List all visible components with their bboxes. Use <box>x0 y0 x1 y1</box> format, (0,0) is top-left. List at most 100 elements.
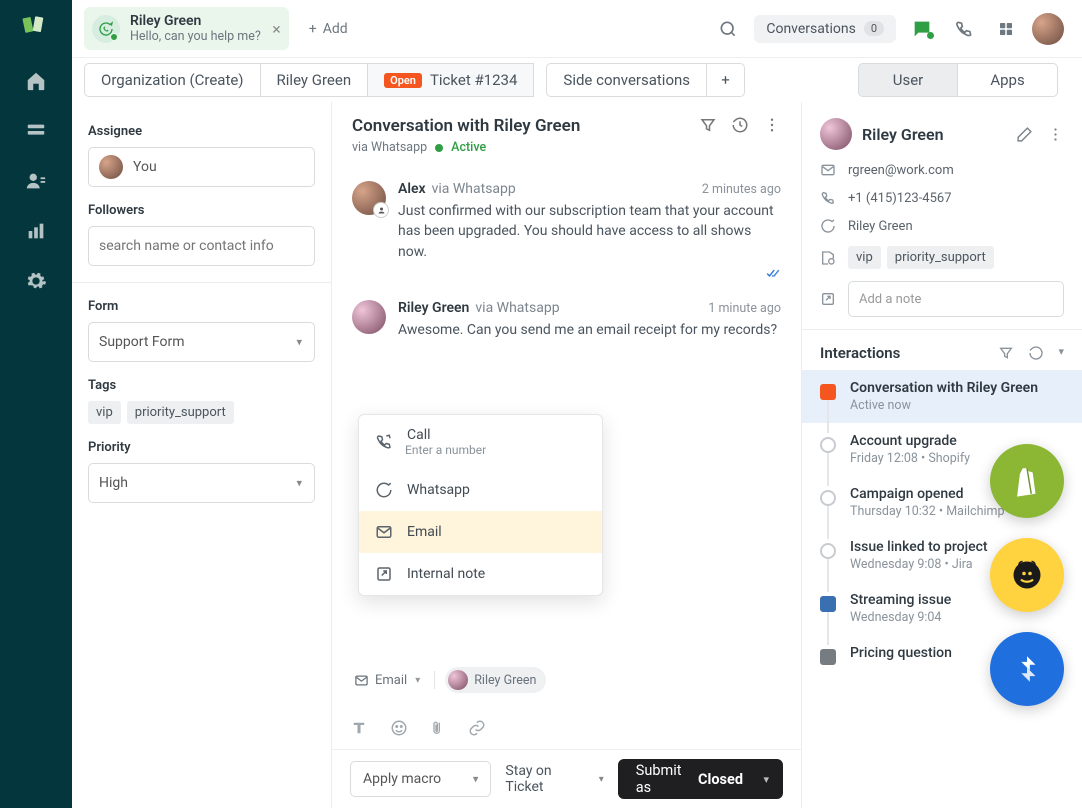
customer-name: Riley Green <box>862 125 944 144</box>
edit-icon[interactable] <box>1016 126 1033 143</box>
composer-toolbar <box>332 693 801 750</box>
channel-option-whatsapp[interactable]: Whatsapp <box>359 469 602 511</box>
message-text: Awesome. Can you send me an email receip… <box>398 320 781 340</box>
current-user-avatar[interactable] <box>1032 13 1064 45</box>
tab-side-conversations[interactable]: Side conversations <box>546 63 707 97</box>
followers-label: Followers <box>88 203 315 218</box>
recipient-chip[interactable]: Riley Green <box>445 667 546 693</box>
apply-macro-select[interactable]: Apply macro <box>350 761 491 797</box>
emoji-icon[interactable] <box>390 719 408 737</box>
topbar: Riley Green Hello, can you help me? × + … <box>72 0 1082 58</box>
ticket-tab-preview: Hello, can you help me? <box>130 29 261 44</box>
conversation-title: Conversation with Riley Green <box>352 116 580 136</box>
customer-tag[interactable]: priority_support <box>887 246 994 269</box>
more-icon[interactable] <box>763 116 781 134</box>
open-status-badge: Open <box>384 73 422 88</box>
text-format-icon[interactable] <box>350 719 368 737</box>
customer-whatsapp: Riley Green <box>848 219 913 234</box>
form-select[interactable]: Support Form <box>88 322 315 362</box>
refresh-icon[interactable] <box>1028 345 1044 361</box>
filter-icon[interactable] <box>998 345 1014 361</box>
customers-icon[interactable] <box>25 170 47 192</box>
ticket-tags: vip priority_support <box>88 401 315 424</box>
assignee-label: Assignee <box>88 124 315 139</box>
message-via: via Whatsapp <box>432 181 516 197</box>
channel-option-internal-note[interactable]: Internal note <box>359 553 602 595</box>
assignee-avatar <box>99 155 123 179</box>
home-icon[interactable] <box>25 70 47 92</box>
jira-launcher[interactable] <box>990 632 1064 706</box>
message-item: Alex via Whatsapp 2 minutes ago Just con… <box>352 171 781 290</box>
channel-selector[interactable]: Email <box>350 671 424 690</box>
tab-user-panel[interactable]: User <box>858 63 958 97</box>
message-time: 2 minutes ago <box>702 182 781 197</box>
filter-icon[interactable] <box>699 116 717 134</box>
integration-launchers <box>990 444 1064 706</box>
priority-label: Priority <box>88 440 315 455</box>
link-icon[interactable] <box>468 719 486 737</box>
tab-organization[interactable]: Organization (Create) <box>84 63 261 97</box>
shopify-launcher[interactable] <box>990 444 1064 518</box>
add-side-conversation-button[interactable]: + <box>707 63 745 97</box>
whatsapp-icon <box>92 15 120 43</box>
agent-badge-icon <box>373 202 389 218</box>
recipient-avatar <box>448 670 468 690</box>
views-icon[interactable] <box>25 120 47 142</box>
interactions-title: Interactions <box>820 344 900 362</box>
tab-requester[interactable]: Riley Green <box>261 63 369 97</box>
message-author: Riley Green <box>398 300 469 316</box>
read-receipt-icon <box>765 266 781 280</box>
customer-email: rgreen@work.com <box>848 163 954 178</box>
message-author: Alex <box>398 181 426 197</box>
ticket-tabs-row: Organization (Create) Riley Green Open T… <box>72 58 1082 102</box>
form-label: Form <box>88 299 315 314</box>
channel-option-call[interactable]: CallEnter a number <box>359 415 602 469</box>
chevron-down-icon[interactable]: ▾ <box>1058 345 1064 361</box>
mailchimp-launcher[interactable] <box>990 538 1064 612</box>
priority-select[interactable]: High <box>88 463 315 503</box>
message-via: via Whatsapp <box>475 300 559 316</box>
message-time: 1 minute ago <box>708 301 781 316</box>
author-avatar <box>352 181 386 215</box>
chat-icon[interactable] <box>906 13 938 45</box>
ticket-tab-title: Riley Green <box>130 13 261 29</box>
history-icon[interactable] <box>731 116 749 134</box>
status-indicator <box>435 144 443 152</box>
add-tab-button[interactable]: + Add <box>299 15 358 43</box>
assignee-field[interactable]: You <box>88 147 315 187</box>
customer-avatar <box>820 118 852 150</box>
add-note-input[interactable]: Add a note <box>848 281 1064 317</box>
message-item: Riley Green via Whatsapp 1 minute ago Aw… <box>352 290 781 350</box>
open-ticket-tab[interactable]: Riley Green Hello, can you help me? × <box>84 7 289 50</box>
followers-input[interactable] <box>88 226 315 266</box>
conversations-button[interactable]: Conversations 0 <box>754 15 896 43</box>
conversation-status: Active <box>451 140 486 155</box>
channel-option-email[interactable]: Email <box>359 511 602 553</box>
plus-icon: + <box>309 21 317 37</box>
tags-label: Tags <box>88 378 315 393</box>
author-avatar <box>352 300 386 334</box>
phone-icon[interactable] <box>948 13 980 45</box>
tag-chip[interactable]: vip <box>88 401 121 424</box>
stay-on-ticket-dropdown[interactable]: Stay on Ticket▾ <box>505 763 603 795</box>
logo-icon <box>22 14 50 42</box>
tab-ticket[interactable]: Open Ticket #1234 <box>368 63 534 97</box>
conversations-count: 0 <box>864 21 884 36</box>
apps-grid-icon[interactable] <box>990 13 1022 45</box>
interaction-item[interactable]: Conversation with Riley GreenActive now <box>802 370 1082 423</box>
admin-icon[interactable] <box>25 270 47 292</box>
customer-tag[interactable]: vip <box>848 246 881 269</box>
channel-menu: CallEnter a number Whatsapp Email Intern… <box>358 414 603 596</box>
submit-button[interactable]: Submit as Closed <box>618 759 783 799</box>
tag-chip[interactable]: priority_support <box>127 401 234 424</box>
reporting-icon[interactable] <box>25 220 47 242</box>
conversation-via: via Whatsapp <box>352 140 427 155</box>
search-icon[interactable] <box>712 13 744 45</box>
tab-apps-panel[interactable]: Apps <box>958 63 1058 97</box>
message-text: Just confirmed with our subscription tea… <box>398 201 781 262</box>
more-icon[interactable] <box>1047 126 1064 143</box>
close-icon[interactable]: × <box>272 19 281 38</box>
customer-phone: +1 (415)123-4567 <box>848 191 952 206</box>
nav-rail <box>0 0 72 808</box>
attachment-icon[interactable] <box>430 719 446 737</box>
